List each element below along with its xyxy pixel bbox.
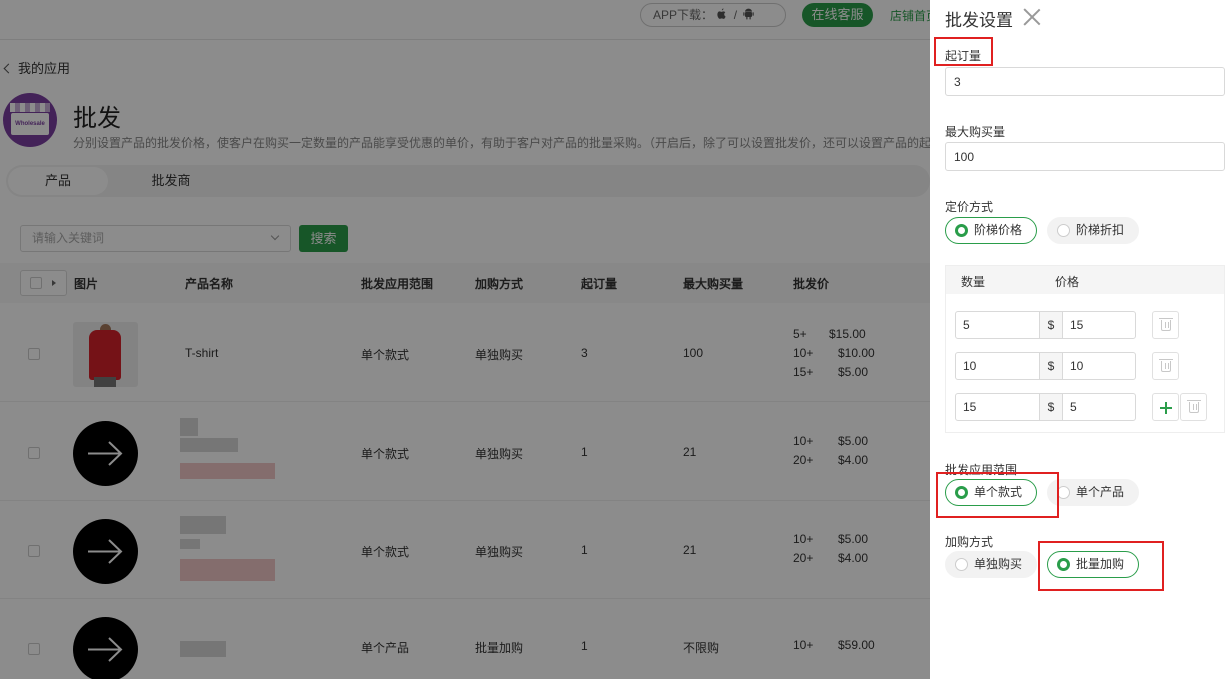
currency-addon: $ [1040,311,1062,339]
close-icon[interactable] [1022,7,1042,27]
tier-price-input[interactable] [1062,352,1136,380]
radio-single-product[interactable]: 单个产品 [1047,479,1139,506]
tier-table-header: 数量 价格 [946,266,1224,294]
add-method-label: 加购方式 [945,535,994,549]
tier-qty-input[interactable] [955,352,1040,380]
trash-icon [1159,318,1173,331]
radio-dot [955,558,968,571]
radio-tier-price[interactable]: 阶梯价格 [945,217,1037,244]
tier-price-input[interactable] [1062,393,1136,421]
max-qty-input[interactable] [945,142,1225,171]
highlight-batch-add [1038,541,1164,591]
radio-label: 阶梯价格 [974,223,1023,237]
delete-tier-button[interactable] [1180,393,1207,421]
wholesale-settings-drawer: 批发设置 起订量 最大购买量 定价方式 阶梯价格 阶梯折扣 数量 价格 $ $ … [930,0,1227,679]
drawer-title: 批发设置 [945,11,1013,30]
currency-addon: $ [1040,393,1062,421]
pricing-method-label: 定价方式 [945,200,994,214]
tier-price-input[interactable] [1062,311,1136,339]
tier-header-qty: 数量 [961,275,986,289]
price-tier-table: 数量 价格 $ $ $ [945,265,1225,433]
tier-qty-input[interactable] [955,393,1040,421]
radio-label: 阶梯折扣 [1076,223,1125,237]
tier-header-price: 价格 [1055,275,1080,289]
radio-label: 单个产品 [1076,485,1125,499]
currency-addon: $ [1040,352,1062,380]
delete-tier-button[interactable] [1152,352,1179,380]
radio-dot [1057,224,1070,237]
delete-tier-button[interactable] [1152,311,1179,339]
highlight-moq [934,37,993,66]
radio-dot [955,224,968,237]
radio-individual-purchase[interactable]: 单独购买 [945,551,1037,578]
trash-icon [1159,359,1173,372]
plus-icon [1160,402,1172,414]
tier-qty-input[interactable] [955,311,1040,339]
moq-input[interactable] [945,67,1225,96]
trash-icon [1187,400,1201,413]
radio-label: 单独购买 [974,557,1023,571]
highlight-scope [936,472,1059,518]
add-tier-button[interactable] [1152,393,1179,421]
radio-tier-discount[interactable]: 阶梯折扣 [1047,217,1139,244]
modal-overlay[interactable] [0,0,930,679]
max-qty-label: 最大购买量 [945,125,1006,139]
